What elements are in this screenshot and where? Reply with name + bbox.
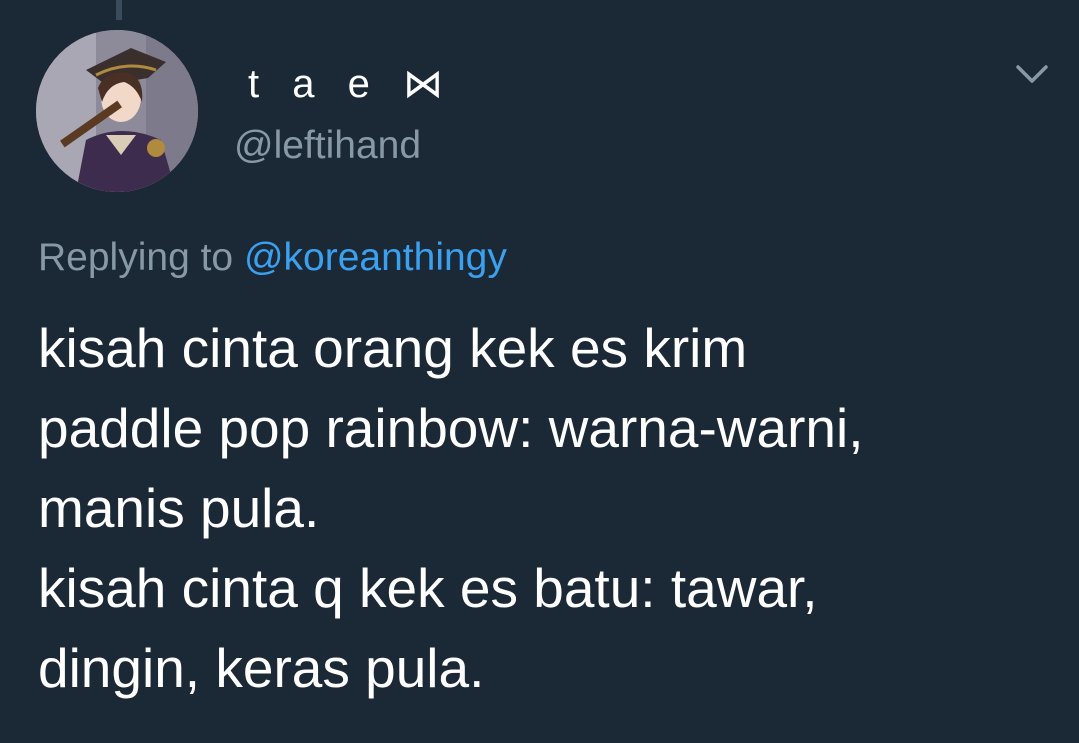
tweet-text: kisah cinta orang kek es krim paddle pop… (38, 308, 1058, 708)
replying-to-label: Replying to (38, 236, 234, 279)
chevron-down-icon[interactable] (1012, 58, 1052, 90)
tweet-text-line: kisah cinta orang kek es krim (38, 317, 748, 379)
replying-to: Replying to @koreanthingy (38, 232, 507, 284)
replying-to-mention-link[interactable]: @koreanthingy (244, 236, 507, 279)
avatar-image (36, 30, 198, 192)
display-name[interactable]: t a e ⋈ (248, 58, 454, 110)
tweet-text-line: dingin, keras pula. (38, 637, 485, 699)
tweet-text-line: kisah cinta q kek es batu: tawar, (38, 557, 818, 619)
username[interactable]: @leftihand (234, 122, 421, 170)
avatar[interactable] (36, 30, 198, 192)
tweet-text-line: manis pula. (38, 477, 320, 539)
thread-connector-line (116, 0, 122, 20)
tweet-text-line: paddle pop rainbow: warna-warni, (38, 397, 864, 459)
